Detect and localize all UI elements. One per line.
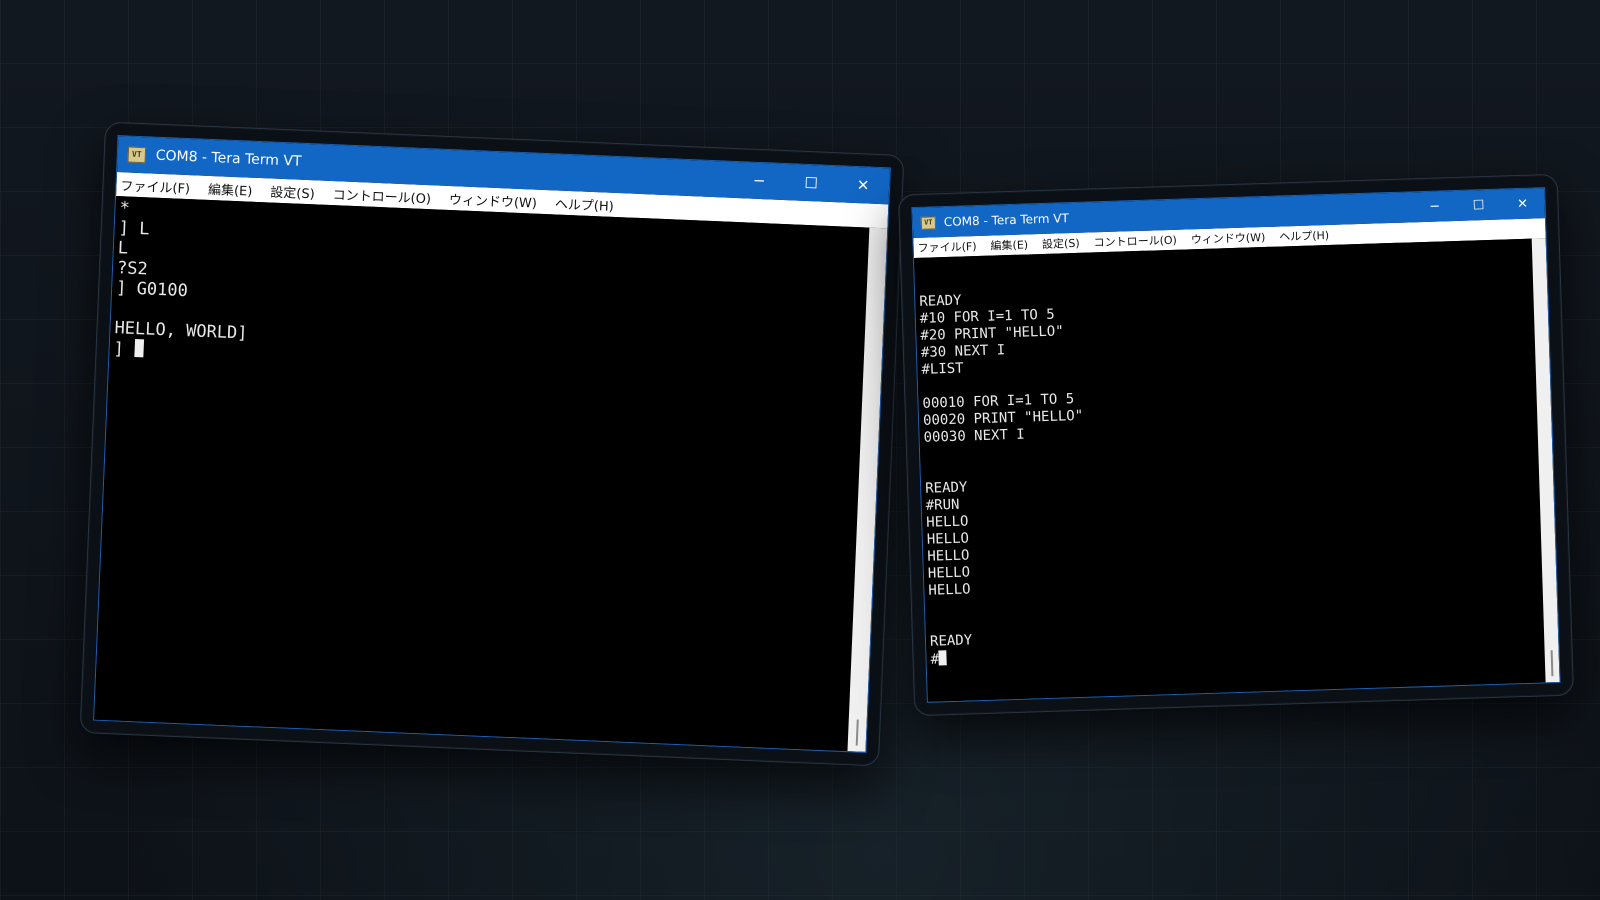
menu-control[interactable]: コントロール(O): [332, 184, 431, 207]
menu-setup[interactable]: 設定(S): [1042, 235, 1080, 252]
minimize-icon[interactable]: ─: [733, 162, 786, 200]
menu-edit[interactable]: 編集(E): [990, 236, 1028, 253]
menu-setup[interactable]: 設定(S): [270, 181, 315, 202]
menu-window[interactable]: ウィンドウ(W): [449, 188, 538, 211]
window-title: COM8 - Tera Term VT: [155, 147, 302, 170]
maximize-icon[interactable]: ☐: [1456, 190, 1501, 221]
menu-help[interactable]: ヘルプ(H): [555, 193, 615, 214]
menu-window[interactable]: ウィンドウ(W): [1191, 229, 1266, 247]
tablet-frame-left: VT COM8 - Tera Term VT ─ ☐ ✕ ファイル(F) 編集(…: [79, 121, 905, 767]
tablet-frame-right: VT COM8 - Tera Term VT ─ ☐ ✕ ファイル(F) 編集(…: [897, 173, 1575, 717]
maximize-icon[interactable]: ☐: [784, 164, 837, 202]
close-icon[interactable]: ✕: [836, 166, 889, 204]
menu-help[interactable]: ヘルプ(H): [1279, 227, 1329, 245]
window-controls: ─ ☐ ✕: [1412, 188, 1545, 222]
menu-edit[interactable]: 編集(E): [208, 178, 253, 199]
terminal-screen[interactable]: *] L L ?S2] G0100 HELLO, WORLD]]: [94, 196, 870, 752]
scrollbar-thumb[interactable]: [1550, 650, 1554, 677]
teraterm-window-left[interactable]: VT COM8 - Tera Term VT ─ ☐ ✕ ファイル(F) 編集(…: [93, 135, 891, 753]
scrollbar-thumb[interactable]: [855, 719, 859, 746]
menu-control[interactable]: コントロール(O): [1093, 232, 1177, 251]
terminal-body: *] L L ?S2] G0100 HELLO, WORLD]]: [94, 196, 888, 752]
teraterm-window-right[interactable]: VT COM8 - Tera Term VT ─ ☐ ✕ ファイル(F) 編集(…: [911, 187, 1561, 703]
terminal-body: READY #10 FOR I=1 TO 5 #20 PRINT "HELLO" #3…: [913, 238, 1560, 702]
menu-file[interactable]: ファイル(F): [917, 238, 976, 256]
window-controls: ─ ☐ ✕: [733, 162, 890, 205]
window-title: COM8 - Tera Term VT: [943, 211, 1070, 230]
prompt-text: ]: [113, 339, 125, 360]
teraterm-app-icon: VT: [920, 215, 937, 230]
terminal-cursor: [938, 650, 948, 666]
terminal-cursor: [133, 338, 144, 358]
menu-file[interactable]: ファイル(F): [120, 175, 190, 197]
terminal-screen[interactable]: READY #10 FOR I=1 TO 5 #20 PRINT "HELLO" #3…: [913, 238, 1546, 702]
minimize-icon[interactable]: ─: [1412, 191, 1457, 222]
close-icon[interactable]: ✕: [1500, 188, 1545, 219]
teraterm-app-icon: VT: [127, 146, 147, 164]
